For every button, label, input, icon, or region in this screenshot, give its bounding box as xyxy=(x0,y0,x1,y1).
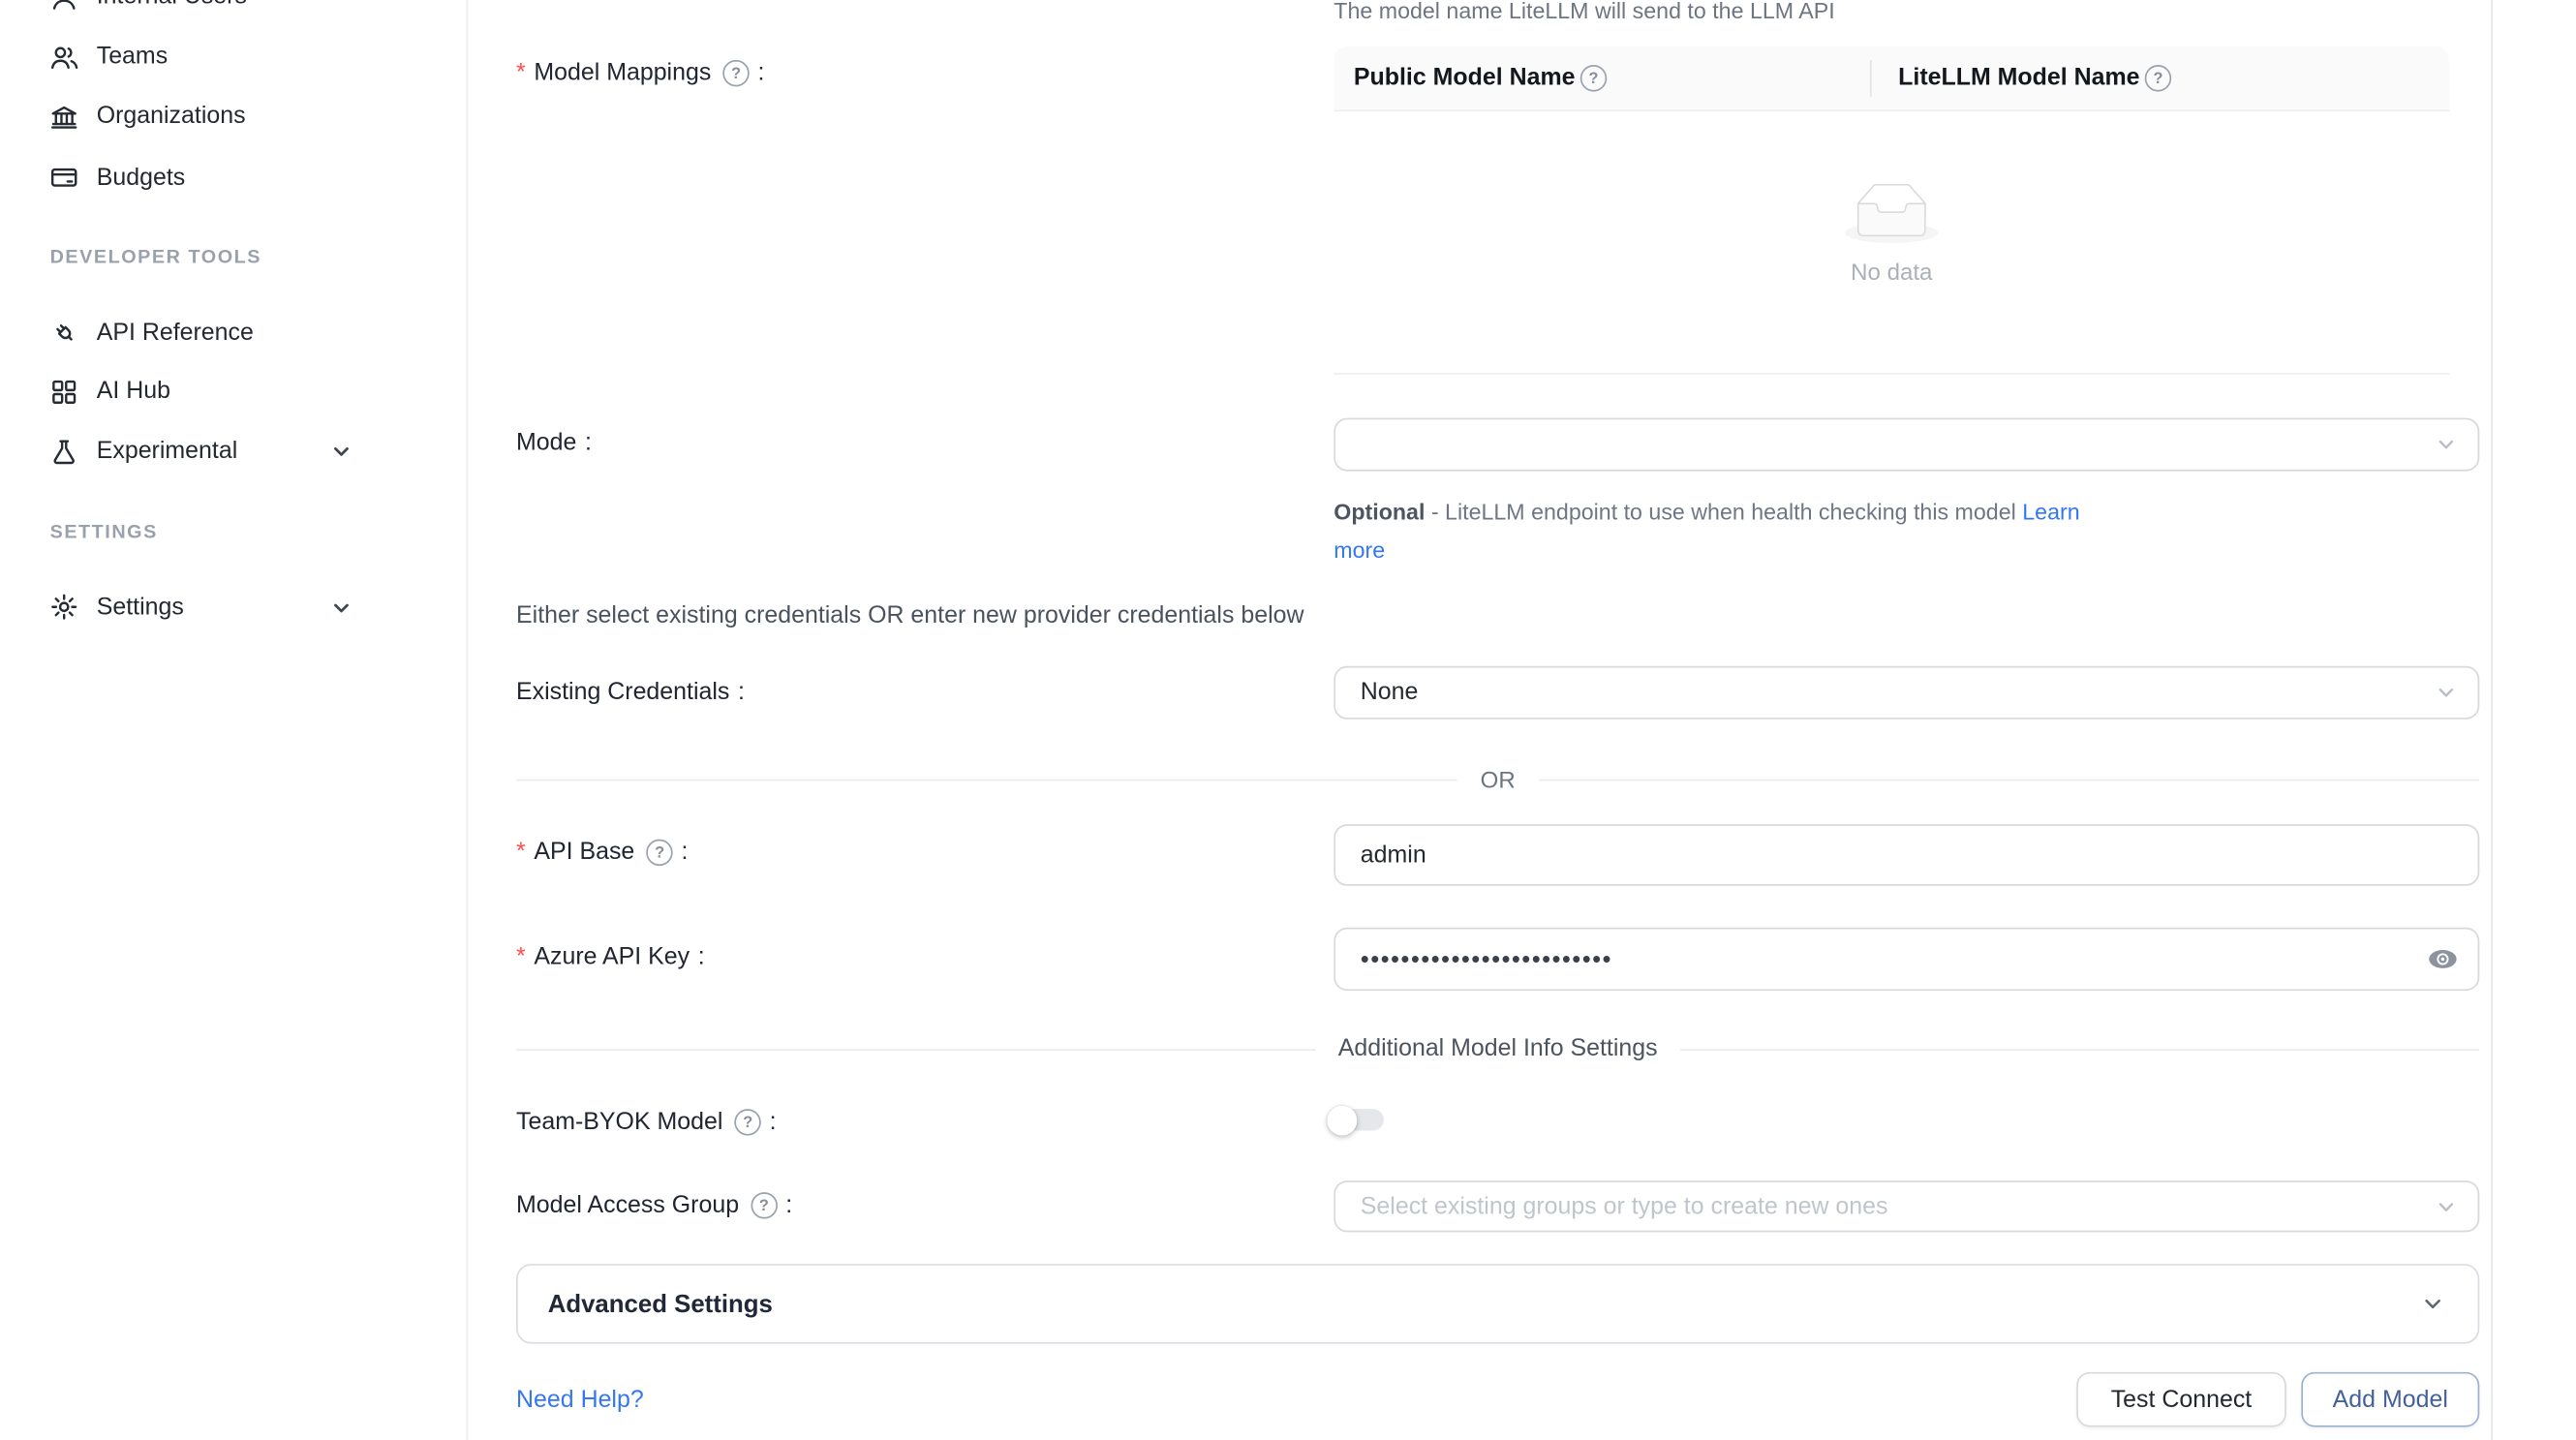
help-icon[interactable]: ? xyxy=(734,1109,761,1136)
sidebar-item-label: Budgets xyxy=(97,164,186,191)
no-data-text: No data xyxy=(1851,259,1932,286)
empty-state: No data xyxy=(1334,183,2449,285)
sidebar-item-label: Settings xyxy=(97,594,184,621)
chevron-down-icon xyxy=(329,440,353,463)
toggle-password-visibility-button[interactable] xyxy=(2428,944,2458,974)
additional-settings-divider: Additional Model Info Settings xyxy=(516,1036,2479,1063)
chevron-down-icon xyxy=(2437,683,2457,703)
plug-icon xyxy=(50,318,78,346)
chevron-down-icon xyxy=(2437,1196,2457,1216)
sidebar-item-label: Organizations xyxy=(97,104,246,131)
sidebar-item-settings[interactable]: Settings xyxy=(0,577,466,637)
grid-icon xyxy=(50,377,78,405)
bank-icon xyxy=(50,103,78,131)
model-access-group-placeholder: Select existing groups or type to create… xyxy=(1361,1193,1888,1220)
sidebar-item-label: API Reference xyxy=(97,319,254,346)
api-base-input[interactable]: admin xyxy=(1334,824,2479,886)
chevron-down-icon xyxy=(329,596,353,619)
advanced-settings-title: Advanced Settings xyxy=(518,1290,773,1318)
model-access-group-select[interactable]: Select existing groups or type to create… xyxy=(1334,1180,2479,1232)
help-icon[interactable]: ? xyxy=(1580,65,1608,92)
existing-credentials-label: Existing Credentials : xyxy=(516,680,745,707)
mode-label: Mode : xyxy=(516,430,592,457)
help-icon[interactable]: ? xyxy=(751,1192,778,1219)
sidebar-item-budgets[interactable]: Budgets xyxy=(0,147,466,207)
need-help-link[interactable]: Need Help? xyxy=(516,1387,644,1414)
sidebar-item-label: AI Hub xyxy=(97,378,170,405)
sidebar-section-developer-tools: DEVELOPER TOOLS xyxy=(50,248,261,268)
azure-api-key-input[interactable]: ••••••••••••••••••••••••• xyxy=(1334,928,2479,991)
required-mark: * xyxy=(516,840,526,867)
chevron-down-icon xyxy=(2437,435,2457,455)
column-litellm-model-name: LiteLLM Model Name ? xyxy=(1872,65,2172,92)
sidebar-item-ai-hub[interactable]: AI Hub xyxy=(0,361,466,421)
or-divider-text: OR xyxy=(1457,766,1539,793)
table-header: Public Model Name ? LiteLLM Model Name ? xyxy=(1334,46,2449,111)
toggle-knob xyxy=(1327,1105,1357,1135)
test-connect-button[interactable]: Test Connect xyxy=(2076,1372,2286,1427)
additional-settings-divider-text: Additional Model Info Settings xyxy=(1315,1036,1681,1063)
team-byok-label: Team-BYOK Model ? : xyxy=(516,1109,776,1136)
model-access-group-label: Model Access Group ? : xyxy=(516,1192,792,1219)
api-base-value: admin xyxy=(1361,842,1426,869)
sidebar-item-label: Experimental xyxy=(97,438,238,465)
existing-credentials-value: None xyxy=(1361,680,1419,707)
empty-inbox-icon xyxy=(1845,183,1938,243)
mode-help-text: Optional - LiteLLM endpoint to use when … xyxy=(1334,493,2126,569)
or-divider: OR xyxy=(516,766,2479,793)
gear-icon xyxy=(50,593,78,621)
model-mappings-table: Public Model Name ? LiteLLM Model Name ? xyxy=(1334,46,2449,375)
help-icon[interactable]: ? xyxy=(646,840,673,867)
eye-icon xyxy=(2428,944,2458,974)
add-model-button[interactable]: Add Model xyxy=(2301,1372,2479,1427)
help-icon[interactable]: ? xyxy=(2145,65,2172,92)
flask-icon xyxy=(50,437,78,465)
team-byok-toggle[interactable] xyxy=(1329,1109,1384,1130)
sidebar-section-settings: SETTINGS xyxy=(50,523,158,543)
sidebar-item-organizations[interactable]: Organizations xyxy=(0,86,466,146)
chevron-down-icon xyxy=(2421,1292,2444,1315)
teams-icon xyxy=(50,43,78,71)
credit-card-icon xyxy=(50,164,78,192)
litellm-add-model-page: Internal Users Teams Organizations Budge… xyxy=(0,0,2576,1440)
content-right-border xyxy=(2491,0,2493,1440)
mode-select[interactable] xyxy=(1334,418,2479,472)
api-base-label: * API Base ? : xyxy=(516,840,688,867)
azure-api-key-value: ••••••••••••••••••••••••• xyxy=(1361,945,1612,973)
column-public-model-name: Public Model Name ? xyxy=(1334,65,1870,92)
sidebar-item-label: Teams xyxy=(97,44,168,71)
advanced-settings-panel[interactable]: Advanced Settings xyxy=(516,1264,2479,1344)
model-name-note: The model name LiteLLM will send to the … xyxy=(1334,0,1834,23)
sidebar-item-teams[interactable]: Teams xyxy=(0,27,466,87)
required-mark: * xyxy=(516,60,526,87)
sidebar-item-label: Internal Users xyxy=(97,0,247,10)
required-mark: * xyxy=(516,944,526,971)
help-icon[interactable]: ? xyxy=(722,60,750,87)
sidebar-item-api-reference[interactable]: API Reference xyxy=(0,302,466,362)
user-icon xyxy=(50,0,78,11)
credentials-note: Either select existing credentials OR en… xyxy=(516,602,1303,629)
sidebar: Internal Users Teams Organizations Budge… xyxy=(0,0,468,1440)
existing-credentials-select[interactable]: None xyxy=(1334,666,2479,720)
model-mappings-label: * Model Mappings ? : xyxy=(516,60,764,87)
sidebar-item-internal-users[interactable]: Internal Users xyxy=(0,0,466,27)
sidebar-item-experimental[interactable]: Experimental xyxy=(0,421,466,481)
azure-api-key-label: * Azure API Key : xyxy=(516,944,705,971)
